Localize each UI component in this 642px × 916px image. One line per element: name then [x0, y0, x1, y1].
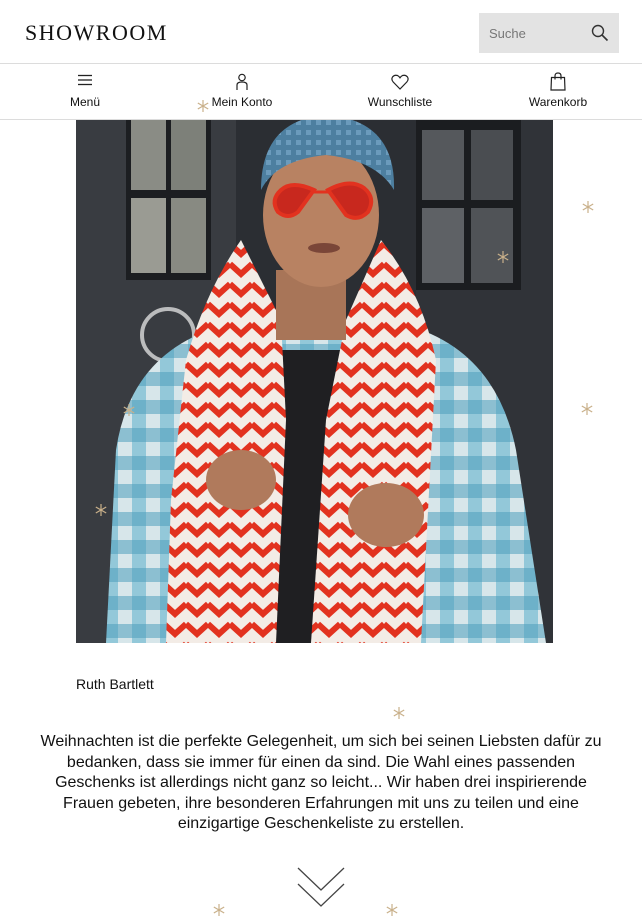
snowflake-icon — [582, 201, 594, 213]
snowflake-icon — [581, 403, 593, 415]
shopping-bag-icon — [550, 72, 566, 91]
main-nav: Menü Mein Konto Wunschliste Warenkorb — [0, 64, 642, 120]
search-input[interactable] — [479, 13, 589, 53]
nav-item-wishlist[interactable]: Wunschliste — [340, 64, 460, 119]
nav-label-menu: Menü — [69, 95, 101, 109]
hero-photo — [76, 120, 553, 643]
search-icon[interactable] — [591, 24, 609, 42]
hamburger-menu-icon — [78, 74, 92, 86]
intro-paragraph: Weihnachten ist die perfekte Gelegenheit… — [40, 733, 602, 832]
nav-item-menu[interactable]: Menü — [25, 64, 145, 119]
snowflake-icon — [497, 251, 509, 263]
image-caption: Ruth Bartlett — [76, 676, 154, 692]
user-icon — [236, 73, 248, 90]
nav-label-wishlist: Wunschliste — [367, 95, 433, 109]
portrait-illustration — [76, 120, 553, 643]
site-logo[interactable]: SHOWROOM — [25, 20, 168, 46]
heart-icon — [391, 74, 409, 90]
site-header: SHOWROOM — [0, 0, 642, 64]
snowflake-icon — [95, 504, 107, 516]
snowflake-icon — [393, 707, 405, 719]
nav-item-cart[interactable]: Warenkorb — [498, 64, 618, 119]
snowflake-icon — [123, 404, 135, 416]
snowflake-icon — [386, 904, 398, 916]
search-box[interactable] — [479, 13, 619, 53]
nav-label-cart: Warenkorb — [528, 95, 588, 109]
snowflake-icon — [213, 904, 225, 916]
snowflake-icon — [197, 100, 209, 112]
double-chevron-down-icon[interactable] — [296, 866, 346, 908]
